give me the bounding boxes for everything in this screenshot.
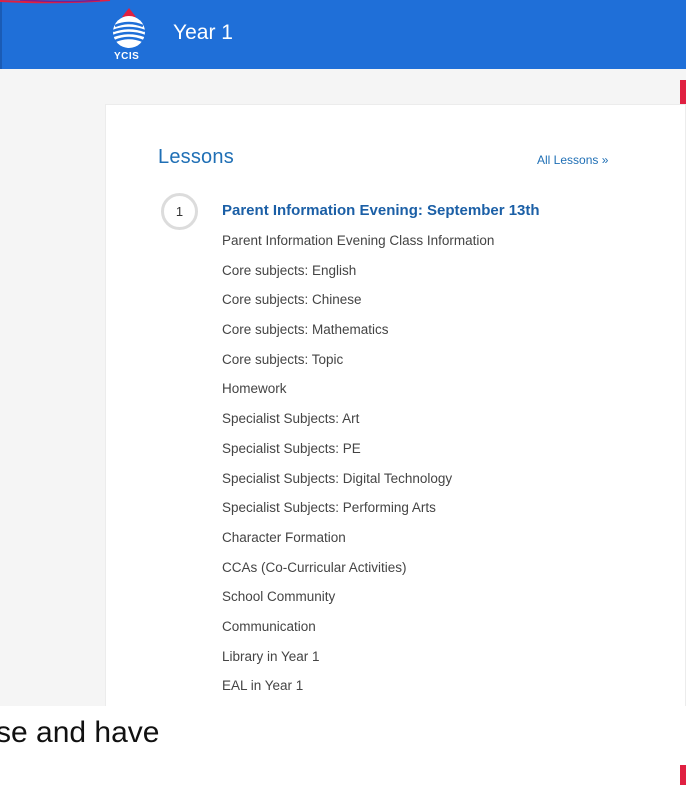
lesson-item[interactable]: Parent Information Evening Class Informa… xyxy=(222,233,494,263)
logo-caption: YCIS xyxy=(114,51,140,62)
lesson-item[interactable]: Library in Year 1 xyxy=(222,649,494,679)
lesson-item[interactable]: Specialist Subjects: Digital Technology xyxy=(222,471,494,501)
lesson-item[interactable]: EAL in Year 1 xyxy=(222,678,494,708)
slide-accent-lines xyxy=(0,0,111,4)
lesson-item[interactable]: Core subjects: English xyxy=(222,263,494,293)
lesson-item[interactable]: Specialist Subjects: PE xyxy=(222,441,494,471)
all-lessons-link[interactable]: All Lessons » xyxy=(537,153,608,167)
lesson-item[interactable]: School Community xyxy=(222,589,494,619)
section-number-badge: 1 xyxy=(161,193,198,230)
lesson-item[interactable]: Communication xyxy=(222,619,494,649)
course-title[interactable]: Year 1 xyxy=(173,21,233,45)
lesson-item[interactable]: Character Formation xyxy=(222,530,494,560)
slide-accent-mark xyxy=(680,765,686,785)
lesson-item[interactable]: Specialist Subjects: Art xyxy=(222,411,494,441)
course-header: YCIS Year 1 xyxy=(0,0,686,69)
section-title-link[interactable]: Parent Information Evening: September 13… xyxy=(222,202,540,219)
lesson-item[interactable]: Homework xyxy=(222,381,494,411)
lesson-list: Parent Information Evening Class Informa… xyxy=(222,233,494,708)
lesson-item[interactable]: Core subjects: Chinese xyxy=(222,292,494,322)
lesson-item[interactable]: Core subjects: Topic xyxy=(222,352,494,382)
lesson-item[interactable]: Specialist Subjects: Performing Arts xyxy=(222,500,494,530)
slide-overlay-text: rse and have xyxy=(0,706,686,785)
lesson-item[interactable]: CCAs (Co-Curricular Activities) xyxy=(222,560,494,590)
lessons-heading: Lessons xyxy=(158,146,234,168)
slide-overlay-caption: rse and have xyxy=(0,716,160,749)
lesson-item[interactable]: Core subjects: Mathematics xyxy=(222,322,494,352)
